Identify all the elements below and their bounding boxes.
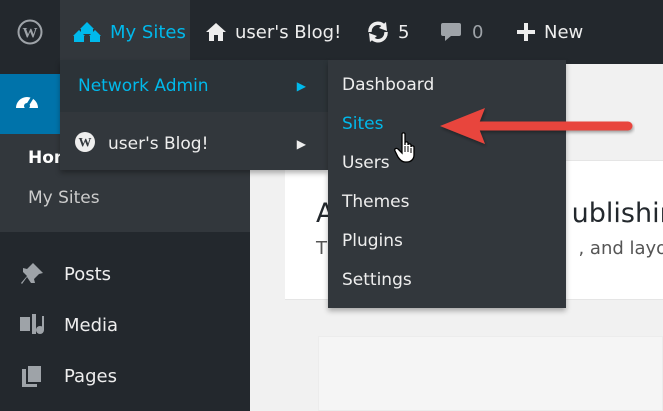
menu-item-pages[interactable]: Pages <box>0 354 250 398</box>
submenu-item-settings[interactable]: Settings <box>342 267 412 293</box>
content-box <box>318 336 663 411</box>
submenu-item-plugins[interactable]: Plugins <box>342 228 403 254</box>
menu-label-posts: Posts <box>64 263 112 285</box>
menu-label-pages: Pages <box>64 365 117 387</box>
media-icon <box>0 312 64 338</box>
comments-button[interactable]: 0 <box>440 0 483 64</box>
hand-cursor-icon <box>394 132 420 168</box>
menu-label-media: Media <box>64 314 119 336</box>
welcome-text-left: T <box>316 238 327 259</box>
network-admin-label: Network Admin <box>78 76 209 96</box>
updates-count: 5 <box>398 21 410 43</box>
menu-item-media[interactable]: Media <box>0 303 250 347</box>
network-icon <box>72 21 102 43</box>
svg-text:W: W <box>23 26 38 42</box>
dropdown-item-network-admin[interactable]: Network Admin ▶ <box>60 60 328 112</box>
wordpress-site-icon: W <box>74 131 96 158</box>
updates-button[interactable]: 5 <box>366 0 409 64</box>
submenu-arrow-icon: ▶ <box>296 137 306 151</box>
submenu-item-themes[interactable]: Themes <box>342 189 410 215</box>
updates-icon <box>366 21 390 43</box>
home-icon <box>205 22 227 42</box>
my-sites-label: My Sites <box>110 21 186 43</box>
network-admin-submenu: Dashboard Sites Users Themes Plugins Set… <box>328 60 566 308</box>
submenu-item-dashboard[interactable]: Dashboard <box>342 72 434 98</box>
submenu-item-users[interactable]: Users <box>342 150 390 176</box>
site-name-button[interactable]: user's Blog! <box>205 0 341 64</box>
users-blog-label: user's Blog! <box>108 134 209 154</box>
dashboard-icon <box>14 88 40 118</box>
svg-text:W: W <box>79 134 92 149</box>
dropdown-item-users-blog[interactable]: W user's Blog! ▶ <box>60 118 328 170</box>
pin-icon <box>0 261 64 287</box>
submenu-item-my-sites[interactable]: My Sites <box>28 188 100 208</box>
submenu-item-sites[interactable]: Sites <box>342 111 384 137</box>
comment-icon <box>440 22 462 42</box>
welcome-text-right: , and layo <box>578 238 663 259</box>
wordpress-logo-icon: W <box>17 19 43 45</box>
plus-icon <box>516 22 536 42</box>
my-sites-button[interactable]: My Sites <box>60 0 190 64</box>
annotation-arrow-icon <box>430 104 635 156</box>
pages-icon <box>0 363 64 389</box>
wordpress-logo-button[interactable]: W <box>0 0 60 64</box>
admin-bar: W My Sites user's Blog! 5 0 New <box>0 0 663 64</box>
my-sites-dropdown: Network Admin ▶ W user's Blog! ▶ <box>60 60 328 170</box>
menu-item-posts[interactable]: Posts <box>0 252 250 296</box>
submenu-arrow-icon: ▶ <box>296 79 306 93</box>
comments-count: 0 <box>472 21 484 43</box>
new-label: New <box>544 21 584 43</box>
site-name-label: user's Blog! <box>235 21 342 43</box>
new-content-button[interactable]: New <box>516 0 583 64</box>
welcome-heading-right: ublishin <box>571 198 663 229</box>
